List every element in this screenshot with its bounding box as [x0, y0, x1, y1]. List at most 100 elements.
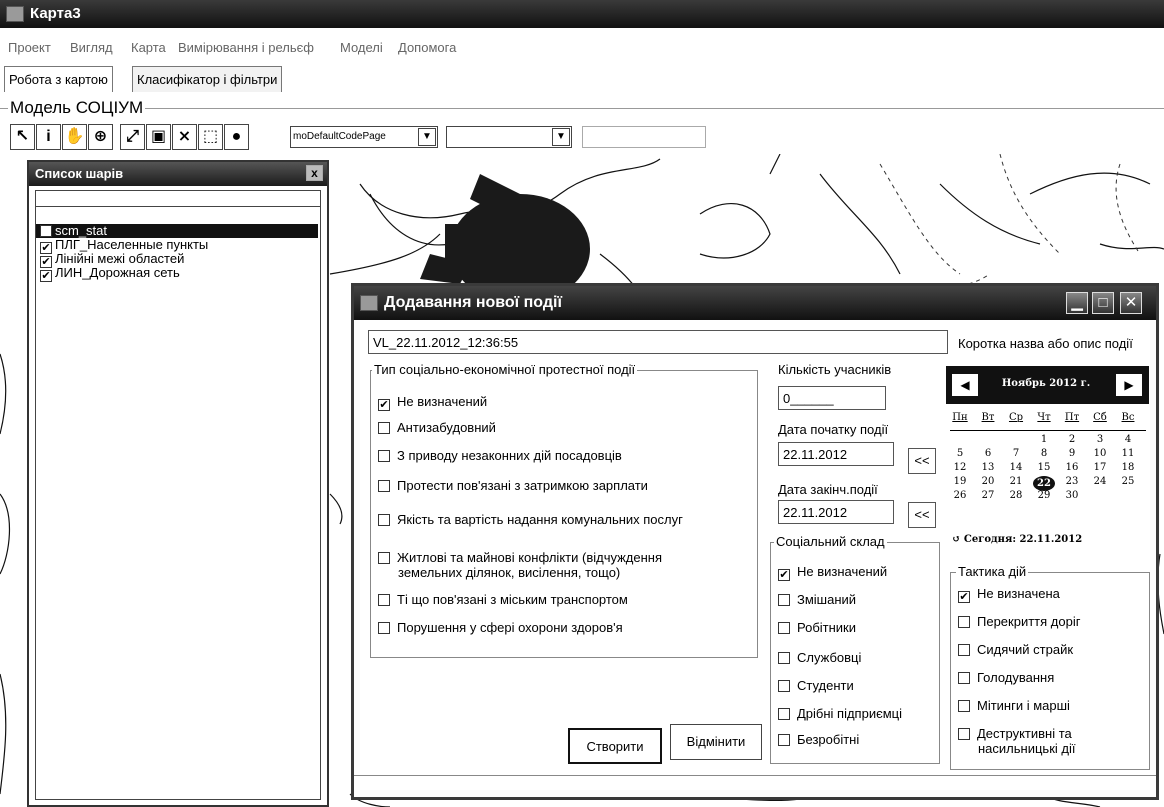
checkbox[interactable] — [778, 622, 790, 634]
globe-icon[interactable]: ● — [224, 124, 249, 150]
tab-classifier[interactable]: Класифікатор і фільтри — [132, 66, 283, 92]
type-option[interactable]: Протести пов'язані з затримкою зарплати — [378, 478, 648, 493]
layer-item[interactable]: ✔ ПЛГ_Населенные пункты — [40, 238, 208, 254]
menu-view[interactable]: Вигляд — [70, 40, 113, 55]
calendar-day[interactable]: 30 — [1062, 490, 1082, 501]
calendar-day[interactable]: 23 — [1062, 476, 1082, 487]
menu-measure[interactable]: Вимірювання і рельєф — [178, 40, 314, 55]
zoom-window-icon[interactable]: ▣ — [146, 124, 171, 150]
calendar-day[interactable]: 7 — [1006, 448, 1026, 459]
checkbox[interactable] — [958, 672, 970, 684]
calendar-day[interactable]: 27 — [978, 490, 998, 501]
calendar-day[interactable]: 21 — [1006, 476, 1026, 487]
menu-help[interactable]: Допомога — [398, 40, 456, 55]
end-date-pick-button[interactable]: << — [908, 502, 936, 528]
chevron-down-icon[interactable]: ▼ — [418, 128, 436, 146]
calendar-day[interactable]: 25 — [1118, 476, 1138, 487]
pan-hand-icon[interactable]: ✋ — [62, 124, 87, 150]
menu-map[interactable]: Карта — [131, 40, 166, 55]
pointer-tool-icon[interactable]: ↖ — [10, 124, 35, 150]
close-icon[interactable]: x — [306, 165, 323, 181]
checkbox[interactable]: ✔ — [958, 591, 970, 603]
calendar-day[interactable]: 4 — [1118, 434, 1138, 445]
checkbox[interactable] — [378, 552, 390, 564]
checkbox[interactable] — [778, 680, 790, 692]
tactics-option[interactable]: Мітинги і марші — [958, 698, 1070, 713]
checkbox[interactable] — [378, 594, 390, 606]
checkbox[interactable] — [958, 700, 970, 712]
calendar-day[interactable]: 26 — [950, 490, 970, 501]
calendar-day[interactable]: 10 — [1090, 448, 1110, 459]
checkbox[interactable] — [778, 652, 790, 664]
calendar-day[interactable]: 1 — [1034, 434, 1054, 445]
type-option[interactable]: ✔ Не визначений — [378, 394, 487, 411]
social-option[interactable]: Службовці — [778, 650, 861, 665]
info-tool-icon[interactable]: i — [36, 124, 61, 150]
close-icon[interactable]: ✕ — [1120, 292, 1142, 314]
calendar-day[interactable]: 13 — [978, 462, 998, 473]
calendar-day[interactable]: 6 — [978, 448, 998, 459]
tactics-option[interactable]: Голодування — [958, 670, 1054, 685]
menu-models[interactable]: Моделі — [340, 40, 383, 55]
checkbox[interactable]: ✔ — [778, 569, 790, 581]
event-name-input[interactable]: VL_22.11.2012_12:36:55 — [368, 330, 948, 354]
calendar-day[interactable]: 17 — [1090, 462, 1110, 473]
type-option[interactable]: Житлові та майнові конфлікти (відчужденн… — [378, 550, 662, 565]
type-option[interactable]: Ті що пов'язані з міським транспортом — [378, 592, 628, 607]
tactics-option[interactable]: Перекриття доріг — [958, 614, 1080, 629]
calendar-day[interactable]: 29 — [1034, 490, 1054, 501]
zoom-out-icon[interactable]: ⨯ — [172, 124, 197, 150]
checkbox[interactable]: ✔ — [378, 399, 390, 411]
calendar-day[interactable]: 2 — [1062, 434, 1082, 445]
social-option[interactable]: Дрібні підприємці — [778, 706, 902, 721]
calendar-day[interactable]: 18 — [1118, 462, 1138, 473]
calendar-day-selected[interactable]: 22 — [1033, 476, 1055, 491]
calendar-day[interactable]: 16 — [1062, 462, 1082, 473]
zoom-extent-icon[interactable]: ⬚ — [198, 124, 223, 150]
secondary-select[interactable]: ▼ — [446, 126, 572, 148]
checkbox[interactable] — [958, 644, 970, 656]
calendar-day[interactable]: 5 — [950, 448, 970, 459]
create-button[interactable]: Створити — [568, 728, 662, 764]
checkbox[interactable] — [958, 728, 970, 740]
maximize-icon[interactable]: □ — [1092, 292, 1114, 314]
menu-project[interactable]: Проект — [8, 40, 51, 55]
start-date-pick-button[interactable]: << — [908, 448, 936, 474]
zoom-in-icon[interactable]: ⊕ — [88, 124, 113, 150]
tab-map-work[interactable]: Робота з картою — [4, 66, 113, 92]
calendar-day[interactable]: 8 — [1034, 448, 1054, 459]
checkbox[interactable] — [378, 450, 390, 462]
social-option[interactable]: Робітники — [778, 620, 856, 635]
calendar-today[interactable]: ↺ Сегодня: 22.11.2012 — [952, 534, 1082, 545]
calendar-day[interactable]: 24 — [1090, 476, 1110, 487]
social-option[interactable]: Студенти — [778, 678, 854, 693]
tactics-option[interactable]: ✔ Не визначена — [958, 586, 1060, 603]
calendar-day[interactable]: 12 — [950, 462, 970, 473]
calendar-day[interactable]: 14 — [1006, 462, 1026, 473]
participants-input[interactable]: 0______ — [778, 386, 886, 410]
tactics-option[interactable]: Деструктивні та — [958, 726, 1072, 741]
calendar-day[interactable]: 19 — [950, 476, 970, 487]
type-option[interactable]: Якість та вартість надання комунальних п… — [378, 512, 683, 527]
checkbox[interactable] — [378, 622, 390, 634]
checkbox[interactable] — [778, 734, 790, 746]
tactics-option[interactable]: Сидячий страйк — [958, 642, 1073, 657]
social-option[interactable]: ✔ Не визначений — [778, 564, 887, 581]
codepage-select[interactable]: moDefaultCodePage ▼ — [290, 126, 438, 148]
checkbox[interactable] — [378, 514, 390, 526]
type-option[interactable]: Порушення у сфері охорони здоров'я — [378, 620, 623, 635]
calendar-day[interactable]: 28 — [1006, 490, 1026, 501]
calendar-day[interactable]: 9 — [1062, 448, 1082, 459]
social-option[interactable]: Змішаний — [778, 592, 856, 607]
calendar[interactable]: ◀ Ноябрь 2012 г. ▶ Пн Вт Ср Чт Пт Сб Вс 1 2 3 4 5 6 7… — [946, 366, 1149, 551]
start-date-input[interactable]: 22.11.2012 — [778, 442, 894, 466]
type-option[interactable]: Антизабудовний — [378, 420, 496, 435]
calendar-day[interactable]: 15 — [1034, 462, 1054, 473]
layer-item[interactable]: scm_stat — [36, 224, 318, 238]
checkbox[interactable] — [778, 594, 790, 606]
checkbox[interactable] — [378, 480, 390, 492]
checkbox[interactable] — [958, 616, 970, 628]
layer-checkbox[interactable]: ✔ — [40, 270, 52, 282]
end-date-input[interactable]: 22.11.2012 — [778, 500, 894, 524]
layer-checkbox[interactable] — [40, 225, 52, 237]
